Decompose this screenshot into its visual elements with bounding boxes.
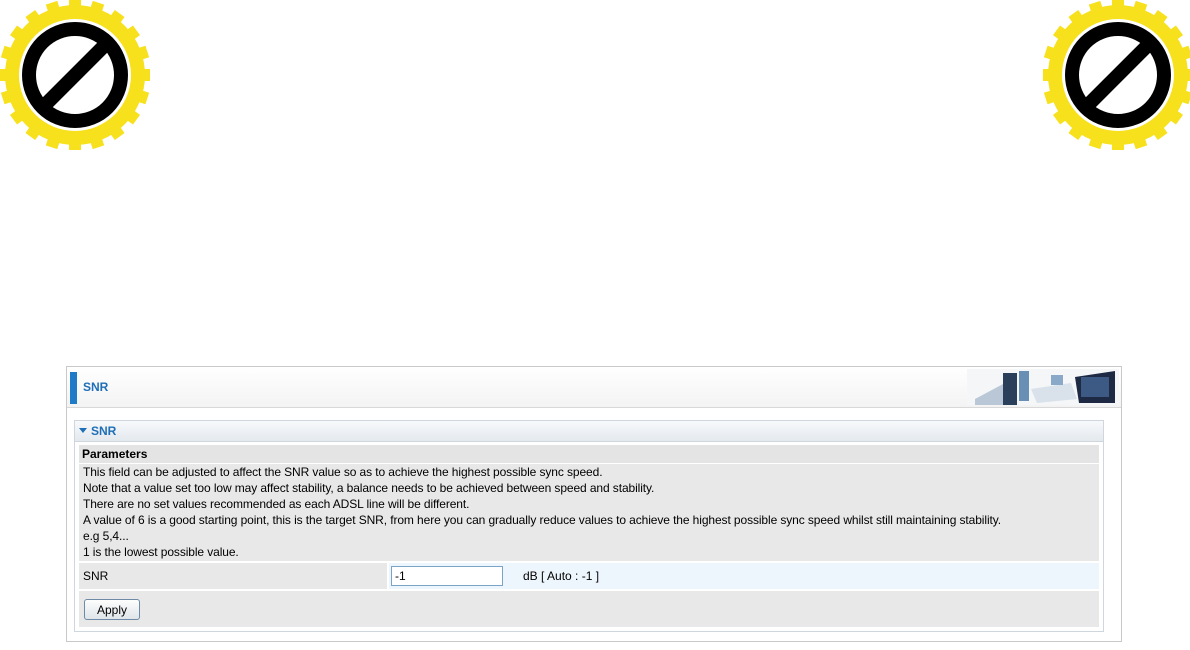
- snr-label: SNR: [83, 569, 109, 583]
- parameters-heading: Parameters: [82, 447, 148, 461]
- description-line: e.g 5,4...: [83, 529, 129, 543]
- parameters-heading-row: Parameters: [79, 445, 1099, 463]
- description-line: Note that a value set too low may affect…: [83, 481, 655, 495]
- header-decoration-image: [967, 369, 1119, 405]
- snr-setting-row: SNR dB [ Auto : -1 ]: [79, 563, 1099, 589]
- description-line: There are no set values recommended as e…: [83, 497, 470, 511]
- snr-section: SNR Parameters This field can be adjuste…: [74, 420, 1104, 632]
- snr-unit-hint: dB [ Auto : -1 ]: [523, 569, 600, 583]
- page-title: SNR: [83, 380, 109, 394]
- prohibited-icon: [1043, 0, 1190, 150]
- snr-input[interactable]: [391, 566, 503, 586]
- apply-row: Apply: [79, 591, 1099, 627]
- snr-panel: SNR SNR Parameters This field can be adj…: [66, 366, 1122, 642]
- header-accent-bar: [70, 372, 77, 404]
- panel-header: SNR: [67, 367, 1121, 408]
- snr-label-cell: SNR: [79, 563, 387, 589]
- description-line: This field can be adjusted to affect the…: [83, 465, 603, 479]
- snr-value-cell: dB [ Auto : -1 ]: [389, 563, 1099, 589]
- section-title: SNR: [91, 424, 117, 438]
- parameters-description: This field can be adjusted to affect the…: [79, 464, 1099, 561]
- section-header[interactable]: SNR: [75, 421, 1103, 442]
- apply-button[interactable]: Apply: [84, 599, 140, 620]
- description-line: A value of 6 is a good starting point, t…: [83, 513, 1001, 527]
- prohibited-icon: [0, 0, 150, 150]
- caret-down-icon: [79, 428, 87, 433]
- description-line: 1 is the lowest possible value.: [83, 545, 239, 559]
